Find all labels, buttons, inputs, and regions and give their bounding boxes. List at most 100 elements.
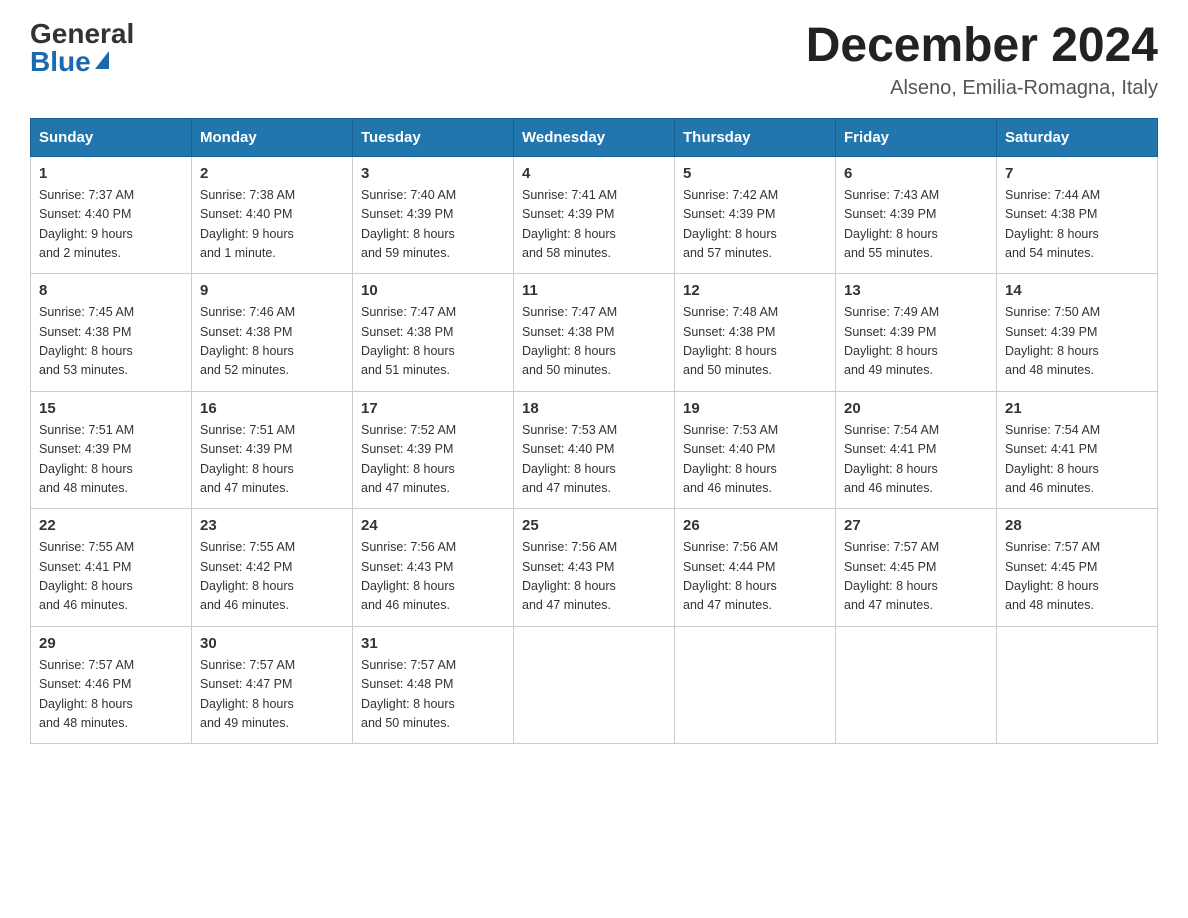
day-info: Sunrise: 7:47 AMSunset: 4:38 PMDaylight:…: [361, 303, 505, 381]
logo-blue-text: Blue: [30, 48, 109, 76]
calendar-week-row: 8 Sunrise: 7:45 AMSunset: 4:38 PMDaylight…: [31, 274, 1158, 392]
calendar-cell: 26 Sunrise: 7:56 AMSunset: 4:44 PMDayligh…: [675, 509, 836, 627]
calendar-cell: 31Sunrise: 7:57 AMSunset: 4:48 PMDayligh…: [353, 626, 514, 744]
day-info: Sunrise: 7:42 AMSunset: 4:39 PMDaylight:…: [683, 186, 827, 264]
day-info: Sunrise: 7:40 AMSunset: 4:39 PMDaylight:…: [361, 186, 505, 264]
day-info: Sunrise: 7:45 AMSunset: 4:38 PMDaylight:…: [39, 303, 183, 381]
day-info: Sunrise: 7:46 AMSunset: 4:38 PMDaylight:…: [200, 303, 344, 381]
calendar-cell: 14 Sunrise: 7:50 AMSunset: 4:39 PMDayligh…: [997, 274, 1158, 392]
day-info: Sunrise: 7:43 AMSunset: 4:39 PMDaylight:…: [844, 186, 988, 264]
calendar-cell: 7 Sunrise: 7:44 AMSunset: 4:38 PMDaylight…: [997, 156, 1158, 274]
day-info: Sunrise: 7:52 AMSunset: 4:39 PMDaylight:…: [361, 421, 505, 499]
day-number: 24: [361, 517, 505, 534]
header-saturday: Saturday: [997, 118, 1158, 156]
day-number: 13: [844, 282, 988, 299]
day-info: Sunrise: 7:44 AMSunset: 4:38 PMDaylight:…: [1005, 186, 1149, 264]
day-number: 8: [39, 282, 183, 299]
header-tuesday: Tuesday: [353, 118, 514, 156]
calendar-cell: [514, 626, 675, 744]
calendar-cell: 20Sunrise: 7:54 AMSunset: 4:41 PMDayligh…: [836, 391, 997, 509]
calendar-cell: 11Sunrise: 7:47 AMSunset: 4:38 PMDayligh…: [514, 274, 675, 392]
day-number: 25: [522, 517, 666, 534]
day-number: 15: [39, 400, 183, 417]
calendar-cell: 30Sunrise: 7:57 AMSunset: 4:47 PMDayligh…: [192, 626, 353, 744]
day-number: 22: [39, 517, 183, 534]
calendar-cell: 29 Sunrise: 7:57 AMSunset: 4:46 PMDayligh…: [31, 626, 192, 744]
calendar-cell: 2 Sunrise: 7:38 AMSunset: 4:40 PMDaylight…: [192, 156, 353, 274]
location-subtitle: Alseno, Emilia-Romagna, Italy: [806, 77, 1158, 100]
day-info: Sunrise: 7:53 AMSunset: 4:40 PMDaylight:…: [522, 421, 666, 499]
day-number: 19: [683, 400, 827, 417]
day-info: Sunrise: 7:51 AMSunset: 4:39 PMDaylight:…: [200, 421, 344, 499]
day-info: Sunrise: 7:57 AMSunset: 4:46 PMDaylight:…: [39, 656, 183, 734]
calendar-cell: 24 Sunrise: 7:56 AMSunset: 4:43 PMDayligh…: [353, 509, 514, 627]
calendar-cell: 25 Sunrise: 7:56 AMSunset: 4:43 PMDayligh…: [514, 509, 675, 627]
calendar-cell: [997, 626, 1158, 744]
calendar-cell: 13 Sunrise: 7:49 AMSunset: 4:39 PMDayligh…: [836, 274, 997, 392]
day-info: Sunrise: 7:57 AMSunset: 4:45 PMDaylight:…: [1005, 538, 1149, 616]
calendar-week-row: 22 Sunrise: 7:55 AMSunset: 4:41 PMDayligh…: [31, 509, 1158, 627]
day-info: Sunrise: 7:47 AMSunset: 4:38 PMDaylight:…: [522, 303, 666, 381]
day-info: Sunrise: 7:50 AMSunset: 4:39 PMDaylight:…: [1005, 303, 1149, 381]
calendar-cell: 16Sunrise: 7:51 AMSunset: 4:39 PMDayligh…: [192, 391, 353, 509]
calendar-week-row: 15 Sunrise: 7:51 AMSunset: 4:39 PMDayligh…: [31, 391, 1158, 509]
day-number: 2: [200, 165, 344, 182]
day-info: Sunrise: 7:54 AMSunset: 4:41 PMDaylight:…: [1005, 421, 1149, 499]
header-wednesday: Wednesday: [514, 118, 675, 156]
day-number: 6: [844, 165, 988, 182]
day-number: 17: [361, 400, 505, 417]
day-info: Sunrise: 7:49 AMSunset: 4:39 PMDaylight:…: [844, 303, 988, 381]
day-number: 21: [1005, 400, 1149, 417]
calendar-cell: 19 Sunrise: 7:53 AMSunset: 4:40 PMDayligh…: [675, 391, 836, 509]
page-header: General Blue December 2024 Alseno, Emili…: [30, 20, 1158, 100]
day-info: Sunrise: 7:51 AMSunset: 4:39 PMDaylight:…: [39, 421, 183, 499]
day-info: Sunrise: 7:41 AMSunset: 4:39 PMDaylight:…: [522, 186, 666, 264]
day-info: Sunrise: 7:55 AMSunset: 4:42 PMDaylight:…: [200, 538, 344, 616]
day-number: 28: [1005, 517, 1149, 534]
day-number: 29: [39, 635, 183, 652]
day-info: Sunrise: 7:48 AMSunset: 4:38 PMDaylight:…: [683, 303, 827, 381]
day-number: 14: [1005, 282, 1149, 299]
day-info: Sunrise: 7:38 AMSunset: 4:40 PMDaylight:…: [200, 186, 344, 264]
day-info: Sunrise: 7:56 AMSunset: 4:43 PMDaylight:…: [522, 538, 666, 616]
day-number: 18: [522, 400, 666, 417]
calendar-cell: 4Sunrise: 7:41 AMSunset: 4:39 PMDaylight…: [514, 156, 675, 274]
day-number: 27: [844, 517, 988, 534]
header-sunday: Sunday: [31, 118, 192, 156]
calendar-cell: 23 Sunrise: 7:55 AMSunset: 4:42 PMDayligh…: [192, 509, 353, 627]
day-info: Sunrise: 7:53 AMSunset: 4:40 PMDaylight:…: [683, 421, 827, 499]
calendar-cell: 21 Sunrise: 7:54 AMSunset: 4:41 PMDayligh…: [997, 391, 1158, 509]
calendar-week-row: 29 Sunrise: 7:57 AMSunset: 4:46 PMDayligh…: [31, 626, 1158, 744]
day-number: 12: [683, 282, 827, 299]
calendar-cell: 12 Sunrise: 7:48 AMSunset: 4:38 PMDayligh…: [675, 274, 836, 392]
calendar-cell: 15 Sunrise: 7:51 AMSunset: 4:39 PMDayligh…: [31, 391, 192, 509]
calendar-cell: 6 Sunrise: 7:43 AMSunset: 4:39 PMDaylight…: [836, 156, 997, 274]
day-number: 9: [200, 282, 344, 299]
day-number: 23: [200, 517, 344, 534]
day-info: Sunrise: 7:56 AMSunset: 4:44 PMDaylight:…: [683, 538, 827, 616]
month-title: December 2024: [806, 20, 1158, 73]
day-info: Sunrise: 7:37 AMSunset: 4:40 PMDaylight:…: [39, 186, 183, 264]
calendar-cell: 27Sunrise: 7:57 AMSunset: 4:45 PMDayligh…: [836, 509, 997, 627]
header-friday: Friday: [836, 118, 997, 156]
day-info: Sunrise: 7:55 AMSunset: 4:41 PMDaylight:…: [39, 538, 183, 616]
calendar-cell: [836, 626, 997, 744]
header-monday: Monday: [192, 118, 353, 156]
logo-general-text: General: [30, 20, 134, 48]
day-info: Sunrise: 7:54 AMSunset: 4:41 PMDaylight:…: [844, 421, 988, 499]
day-number: 26: [683, 517, 827, 534]
day-info: Sunrise: 7:57 AMSunset: 4:47 PMDaylight:…: [200, 656, 344, 734]
calendar-cell: 8 Sunrise: 7:45 AMSunset: 4:38 PMDaylight…: [31, 274, 192, 392]
calendar-table: SundayMondayTuesdayWednesdayThursdayFrid…: [30, 118, 1158, 745]
calendar-cell: 9 Sunrise: 7:46 AMSunset: 4:38 PMDaylight…: [192, 274, 353, 392]
day-number: 7: [1005, 165, 1149, 182]
calendar-cell: 22 Sunrise: 7:55 AMSunset: 4:41 PMDayligh…: [31, 509, 192, 627]
day-number: 31: [361, 635, 505, 652]
calendar-cell: 1Sunrise: 7:37 AMSunset: 4:40 PMDaylight…: [31, 156, 192, 274]
calendar-cell: 3Sunrise: 7:40 AMSunset: 4:39 PMDaylight…: [353, 156, 514, 274]
day-info: Sunrise: 7:56 AMSunset: 4:43 PMDaylight:…: [361, 538, 505, 616]
header-thursday: Thursday: [675, 118, 836, 156]
logo-triangle-icon: [95, 51, 109, 69]
calendar-cell: 5Sunrise: 7:42 AMSunset: 4:39 PMDaylight…: [675, 156, 836, 274]
calendar-cell: 28 Sunrise: 7:57 AMSunset: 4:45 PMDayligh…: [997, 509, 1158, 627]
